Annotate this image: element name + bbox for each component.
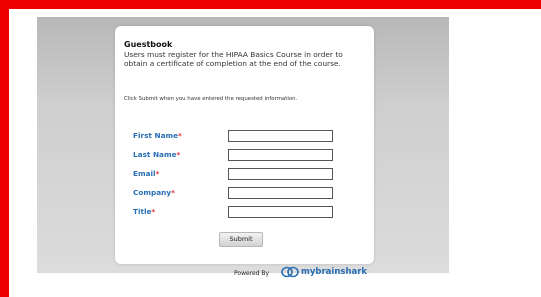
- required-marker: *: [176, 150, 181, 159]
- red-frame-left: [0, 0, 9, 297]
- required-marker: *: [171, 188, 175, 197]
- powered-by-text: Powered By: [234, 270, 270, 277]
- required-marker: *: [178, 131, 182, 140]
- email-label: Email*: [133, 169, 159, 178]
- title-field[interactable]: [228, 206, 333, 218]
- first-name-field[interactable]: [228, 130, 333, 142]
- company-field[interactable]: [228, 187, 333, 199]
- brainshark-logo[interactable]: mybrainshark: [281, 264, 367, 280]
- guestbook-description: Users must register for the HIPAA Basics…: [124, 50, 343, 68]
- title-label: Title*: [133, 207, 155, 216]
- brainshark-logo-icon: [281, 266, 299, 278]
- submit-button[interactable]: Submit: [219, 232, 263, 247]
- logo-wordmark: mybrainshark: [301, 267, 367, 277]
- content-stage: Guestbook Users must register for the HI…: [37, 17, 449, 278]
- first-name-label: First Name*: [133, 131, 182, 140]
- required-marker: *: [151, 207, 156, 216]
- last-name-label: Last Name*: [133, 150, 180, 159]
- title-label-text: Title: [133, 207, 152, 216]
- company-label-text: Company: [133, 188, 172, 197]
- company-label: Company*: [133, 188, 175, 197]
- guestbook-panel: Guestbook Users must register for the HI…: [115, 26, 374, 278]
- logo-my-text: my: [301, 267, 316, 277]
- guestbook-instructions: Click Submit when you have entered the r…: [124, 96, 298, 102]
- logo-brand-text: brainshark: [315, 267, 368, 277]
- email-field[interactable]: [228, 168, 333, 180]
- last-name-label-text: Last Name: [133, 150, 177, 159]
- guestbook-title: Guestbook: [124, 40, 173, 49]
- required-marker: *: [155, 169, 160, 178]
- last-name-field[interactable]: [228, 149, 333, 161]
- red-frame-top: [0, 0, 541, 9]
- email-label-text: Email: [133, 169, 156, 178]
- first-name-label-text: First Name: [133, 131, 179, 140]
